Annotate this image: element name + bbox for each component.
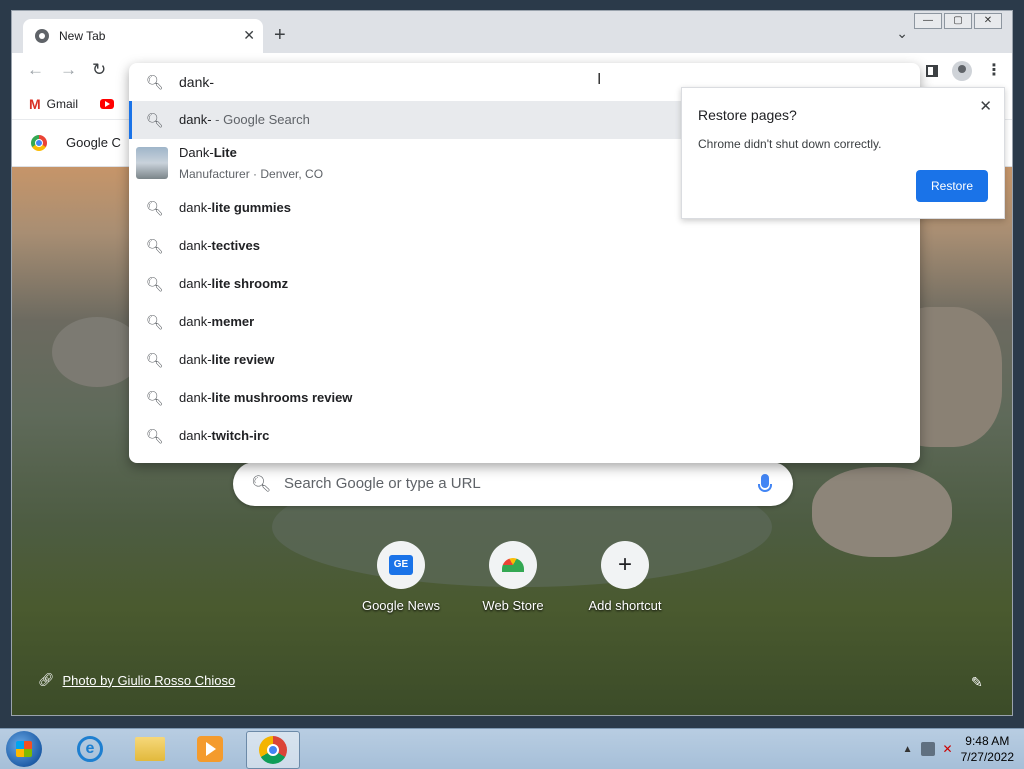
profile-avatar-icon[interactable]: [952, 61, 972, 81]
microphone-icon[interactable]: [758, 474, 772, 492]
google-chrome-icon: [31, 135, 47, 151]
system-tray: ▲ ✕ 9:48 AM 7/27/2022: [903, 733, 1014, 765]
taskbar-ie[interactable]: e: [64, 731, 116, 767]
gmail-icon: M: [29, 96, 41, 112]
suggestion-item[interactable]: 🔍︎ dank-lite shroomz: [129, 265, 920, 303]
clock[interactable]: 9:48 AM 7/27/2022: [961, 733, 1014, 765]
text-cursor-icon: I: [597, 71, 602, 88]
tab-search-chevron-icon[interactable]: ⌄: [896, 25, 908, 42]
search-icon: 🔍︎: [251, 476, 272, 493]
reload-icon[interactable]: ↻: [92, 60, 106, 80]
search-icon: 🔍︎: [146, 200, 164, 216]
suggestion-item[interactable]: 🔍︎ dank-lite mushrooms review: [129, 379, 920, 417]
photo-credit-link[interactable]: Photo by Giulio Rosso Chioso: [63, 673, 236, 688]
toolbar-right: ⋮: [926, 61, 1002, 81]
youtube-icon: [100, 99, 114, 109]
search-icon: 🔍︎: [146, 238, 164, 254]
folder-icon: [135, 737, 165, 761]
clock-date: 7/27/2022: [960, 750, 1014, 764]
taskbar-chrome[interactable]: [246, 731, 300, 769]
search-icon: 🔍︎: [146, 314, 164, 330]
shortcut-label: Google News: [361, 598, 441, 613]
volume-muted-icon[interactable]: ✕: [943, 742, 953, 756]
suggestion-item[interactable]: 🔍︎ dank-tectives: [129, 227, 920, 265]
google-news-icon: GE: [389, 555, 413, 575]
tab-strip: New Tab ✕ + ⌄ — ▢ ✕: [12, 11, 1012, 53]
minimize-button[interactable]: —: [914, 13, 942, 29]
search-icon: 🔍︎: [146, 352, 164, 368]
ntp-search-box[interactable]: 🔍︎ Search Google or type a URL: [233, 462, 793, 506]
network-icon[interactable]: [920, 742, 935, 756]
restore-title: Restore pages?: [698, 107, 797, 123]
taskbar-explorer[interactable]: [124, 731, 176, 767]
omnibox-value: dank-: [179, 74, 215, 90]
search-icon: 🔍︎: [146, 74, 164, 90]
taskbar: e ▲ ✕ 9:48 AM 7/27/2022: [0, 728, 1024, 769]
close-icon[interactable]: ✕: [979, 97, 992, 115]
close-window-button[interactable]: ✕: [974, 13, 1002, 29]
suggestion-item[interactable]: 🔍︎ dank-memer: [129, 303, 920, 341]
shortcut-add[interactable]: + Add shortcut: [575, 541, 675, 613]
window-controls: — ▢ ✕: [914, 13, 1002, 29]
search-icon: 🔍︎: [146, 112, 164, 128]
photo-credit: 🔗︎ Photo by Giulio Rosso Chioso: [38, 672, 235, 688]
search-icon: 🔍︎: [146, 276, 164, 292]
web-store-icon: [502, 558, 524, 572]
taskbar-media-player[interactable]: [184, 731, 236, 767]
ntp-search-placeholder: Search Google or type a URL: [284, 475, 481, 492]
restore-window-button[interactable]: ▢: [944, 13, 972, 29]
shortcut-google-news[interactable]: GE Google News: [351, 541, 451, 613]
tab-new-tab[interactable]: New Tab ✕: [23, 19, 263, 53]
entity-description: Manufacturer · Denver, CO: [179, 167, 324, 181]
restore-description: Chrome didn't shut down correctly.: [698, 137, 882, 151]
search-icon: 🔍︎: [146, 390, 164, 406]
shortcut-label: Web Store: [482, 598, 544, 613]
bookmark-gmail[interactable]: M Gmail: [29, 96, 78, 112]
tab-close-icon[interactable]: ✕: [243, 27, 255, 44]
restore-button[interactable]: Restore: [916, 170, 988, 202]
chrome-icon: [259, 736, 287, 764]
google-bar-label[interactable]: Google C: [66, 135, 121, 150]
start-button[interactable]: [6, 731, 42, 767]
internet-explorer-icon: e: [77, 736, 103, 762]
link-icon: 🔗︎: [38, 672, 55, 687]
bookmark-youtube[interactable]: [100, 99, 114, 109]
menu-icon[interactable]: ⋮: [986, 63, 1002, 79]
forward-icon[interactable]: →: [60, 60, 77, 80]
chrome-favicon-icon: [35, 29, 49, 43]
media-player-icon: [197, 736, 223, 762]
customize-pencil-icon[interactable]: ✎: [971, 674, 983, 691]
tab-title: New Tab: [59, 29, 106, 43]
back-icon[interactable]: ←: [27, 60, 44, 80]
browser-window: New Tab ✕ + ⌄ — ▢ ✕ ← → ↻ ⋮ M Gmail Goog…: [11, 10, 1013, 716]
clock-time: 9:48 AM: [965, 734, 1010, 748]
entity-thumbnail: [136, 147, 168, 179]
show-hidden-icons[interactable]: ▲: [903, 744, 913, 755]
restore-pages-bubble: Restore pages? Chrome didn't shut down c…: [681, 87, 1005, 219]
new-tab-button[interactable]: +: [274, 25, 286, 45]
shortcut-label: Add shortcut: [588, 598, 662, 613]
bookmark-label: Gmail: [46, 97, 79, 111]
suggestion-item[interactable]: 🔍︎ dank-twitch-irc: [129, 417, 920, 455]
search-icon: 🔍︎: [146, 428, 164, 444]
shortcut-web-store[interactable]: Web Store: [463, 541, 563, 613]
suggestion-item[interactable]: 🔍︎ dank-lite review: [129, 341, 920, 379]
plus-icon: +: [617, 551, 632, 578]
side-panel-icon[interactable]: [926, 65, 938, 77]
